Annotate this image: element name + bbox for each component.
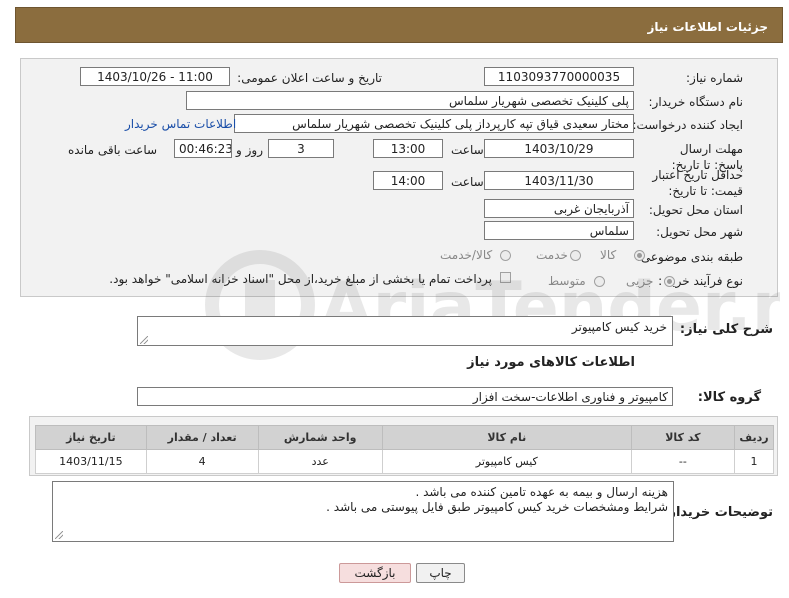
page-title: جزئیات اطلاعات نیاز (647, 20, 768, 34)
cell-unit: عدد (257, 449, 383, 474)
cell-quantity: 4 (145, 449, 259, 474)
need-summary-field[interactable]: خرید کیس کامپیوتر (137, 316, 673, 346)
category-radio-service[interactable] (570, 250, 581, 261)
creator-label: ایجاد کننده درخواست: (632, 118, 743, 132)
cell-item-code: -- (630, 449, 736, 474)
creator-field[interactable]: مختار سعیدی قیاق تپه کارپرداز پلی کلینیک… (234, 114, 634, 133)
items-table-header-row: ردیف کد کالا نام کالا واحد شمارش تعداد /… (35, 425, 774, 450)
cell-item-name: کیس کامپیوتر (381, 449, 632, 474)
city-label: شهر محل تحویل: (656, 225, 743, 239)
col-item-code: کد کالا (630, 425, 736, 450)
buyer-notes-line-2: شرایط ومشخصات خرید کیس کامپیوتر طبق فایل… (326, 500, 668, 514)
need-number-field[interactable]: 1103093770000035 (484, 67, 634, 86)
remaining-time-field[interactable]: 00:46:23 (174, 139, 232, 158)
col-row-number: ردیف (734, 425, 774, 450)
category-radio-goods-service[interactable] (500, 250, 511, 261)
validity-time-label: ساعت (451, 175, 484, 189)
buyer-notes-line-1: هزینه ارسال و بیمه به عهده تامین کننده م… (415, 485, 668, 499)
validity-date-field[interactable]: 1403/11/30 (484, 171, 634, 190)
process-option-minor: جزیی (626, 274, 654, 288)
announce-date-label: تاریخ و ساعت اعلان عمومی: (237, 71, 382, 85)
buyer-org-field[interactable]: پلی کلینیک تخصصی شهریار سلماس (186, 91, 634, 110)
col-unit: واحد شمارش (257, 425, 383, 450)
items-table: ردیف کد کالا نام کالا واحد شمارش تعداد /… (35, 425, 774, 474)
treasury-payment-note: پرداخت تمام یا بخشی از مبلغ خرید،از محل … (109, 272, 492, 286)
buyer-contact-link[interactable]: اطلاعات تماس خریدار (125, 117, 236, 131)
category-radio-goods[interactable] (634, 250, 645, 261)
category-option-goods: کالا (600, 248, 617, 262)
need-summary-text: خرید کیس کامپیوتر (571, 320, 667, 334)
deadline-time-field[interactable]: 13:00 (373, 139, 443, 158)
col-quantity: تعداد / مقدار (145, 425, 259, 450)
deadline-date-field[interactable]: 1403/10/29 (484, 139, 634, 158)
goods-group-label: گروه کالا: (697, 390, 761, 405)
validity-label: حداقل تاریخ اعتبار قیمت: تا تاریخ: (652, 168, 743, 198)
need-number-label: شماره نیاز: (686, 71, 743, 85)
print-button[interactable]: چاپ (416, 563, 465, 583)
resize-grip-icon[interactable] (140, 336, 148, 344)
page-header: جزئیات اطلاعات نیاز (15, 7, 783, 43)
table-row[interactable]: 1 -- کیس کامپیوتر عدد 4 1403/11/15 (35, 449, 774, 474)
category-option-goods-service: کالا/خدمت (440, 248, 493, 262)
remaining-time-label: ساعت باقی مانده (68, 143, 158, 157)
buyer-notes-field[interactable]: هزینه ارسال و بیمه به عهده تامین کننده م… (52, 481, 674, 542)
days-label: روز و (236, 143, 263, 157)
goods-section-title: اطلاعات کالاهای مورد نیاز (467, 355, 635, 370)
back-button[interactable]: بازگشت (339, 563, 411, 583)
province-label: استان محل تحویل: (648, 203, 743, 217)
col-item-name: نام کالا (381, 425, 632, 450)
col-need-date: تاریخ نیاز (35, 425, 147, 450)
category-option-service: خدمت (536, 248, 568, 262)
goods-group-field[interactable]: کامپیوتر و فناوری اطلاعات-سخت افزار (137, 387, 673, 406)
cell-need-date: 1403/11/15 (35, 449, 147, 474)
buyer-org-label: نام دستگاه خریدار: (648, 95, 744, 109)
deadline-time-label: ساعت (451, 143, 484, 157)
need-summary-label: شرح کلی نیاز: (679, 322, 773, 337)
category-label: طبقه بندی موضوعی: (636, 250, 743, 264)
process-radio-minor[interactable] (664, 276, 675, 287)
cell-row-number: 1 (734, 449, 774, 474)
buyer-notes-label: توضیحات خریدار: (663, 505, 773, 520)
announce-date-field[interactable]: 1403/10/26 - 11:00 (80, 67, 230, 86)
resize-grip-icon[interactable] (55, 531, 63, 539)
province-field[interactable]: آذربایجان غربی (484, 199, 634, 218)
city-field[interactable]: سلماس (484, 221, 634, 240)
process-radio-medium[interactable] (594, 276, 605, 287)
process-option-medium: متوسط (548, 274, 586, 288)
treasury-payment-checkbox[interactable] (500, 272, 511, 283)
days-field[interactable]: 3 (268, 139, 334, 158)
validity-time-field[interactable]: 14:00 (373, 171, 443, 190)
